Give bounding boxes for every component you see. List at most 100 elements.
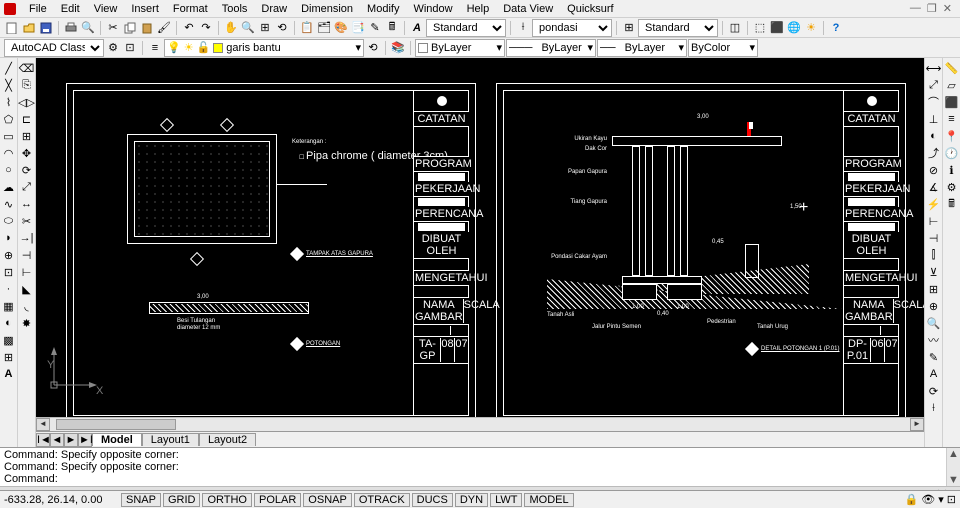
- dimaligned-icon[interactable]: ⤢: [926, 77, 942, 93]
- calc-icon[interactable]: 🖩: [384, 20, 400, 36]
- arc-icon[interactable]: ◠: [1, 145, 17, 161]
- dimrad-icon[interactable]: ◐: [926, 128, 942, 144]
- annoscale-icon[interactable]: 🔒: [905, 493, 919, 506]
- ucs-icon[interactable]: ⬚: [752, 20, 768, 36]
- pline-icon[interactable]: ⌇: [1, 94, 17, 110]
- distance-icon[interactable]: 📏: [944, 60, 960, 76]
- print-icon[interactable]: [63, 20, 79, 36]
- layer-prev-icon[interactable]: ⟲: [365, 40, 381, 56]
- scale-icon[interactable]: ⤢: [19, 179, 35, 195]
- toggle-grid[interactable]: GRID: [163, 493, 201, 507]
- open-icon[interactable]: [21, 20, 37, 36]
- dimstyle-icon[interactable]: ⟊: [515, 20, 531, 36]
- area-icon[interactable]: ▱: [944, 77, 960, 93]
- annovisible-icon[interactable]: 👁: [921, 493, 935, 506]
- h-scrollbar[interactable]: ◄ ►: [36, 417, 924, 431]
- menu-edit[interactable]: Edit: [54, 1, 87, 17]
- dimjog-icon[interactable]: ⤴: [926, 145, 942, 161]
- toggle-lwt[interactable]: LWT: [490, 493, 522, 507]
- layer-states-icon[interactable]: 📚: [390, 40, 406, 56]
- dimbase-icon[interactable]: ⊢: [926, 213, 942, 229]
- toolpalette-icon[interactable]: 🎨: [333, 20, 349, 36]
- time-icon[interactable]: 🕐: [944, 145, 960, 161]
- extend-icon[interactable]: →|: [19, 230, 35, 246]
- line-icon[interactable]: ╱: [1, 60, 17, 76]
- textstyle-letter-icon[interactable]: A: [409, 20, 425, 36]
- spline-icon[interactable]: ∿: [1, 196, 17, 212]
- dimstyle2-icon[interactable]: ⟊: [926, 400, 942, 416]
- preview-icon[interactable]: 🔍: [80, 20, 96, 36]
- menu-dataview[interactable]: Data View: [496, 1, 560, 17]
- pan-icon[interactable]: ✋: [223, 20, 239, 36]
- chamfer-icon[interactable]: ◣: [19, 281, 35, 297]
- command-window[interactable]: Command: Specify opposite corner: Comman…: [0, 447, 960, 486]
- menu-insert[interactable]: Insert: [124, 1, 166, 17]
- status-icon[interactable]: ℹ: [944, 162, 960, 178]
- color-combo[interactable]: ByLayer▾: [415, 39, 505, 57]
- dimord-icon[interactable]: ⊥: [926, 111, 942, 127]
- dimbreak-icon[interactable]: ⊻: [926, 264, 942, 280]
- sun-icon[interactable]: ☀: [803, 20, 819, 36]
- mtext-icon[interactable]: A: [1, 366, 17, 382]
- tolerance-icon[interactable]: ⊞: [926, 281, 942, 297]
- layer-combo[interactable]: 💡 ☀ 🔓 garis bantu ▾: [164, 39, 364, 57]
- toggle-dyn[interactable]: DYN: [455, 493, 488, 507]
- dimupdate-icon[interactable]: ⟳: [926, 383, 942, 399]
- properties-icon[interactable]: 📋: [299, 20, 315, 36]
- dimedit-icon[interactable]: ✎: [926, 349, 942, 365]
- copy-icon[interactable]: [122, 20, 138, 36]
- tab-layout2[interactable]: Layout2: [199, 433, 256, 446]
- dimang-icon[interactable]: ∡: [926, 179, 942, 195]
- qdim-icon[interactable]: ⚡: [926, 196, 942, 212]
- markup-icon[interactable]: ✎: [367, 20, 383, 36]
- zoom-icon[interactable]: 🔍: [240, 20, 256, 36]
- trim-icon[interactable]: ✂: [19, 213, 35, 229]
- id-icon[interactable]: 📍: [944, 128, 960, 144]
- mirror-icon[interactable]: ◁▷: [19, 94, 35, 110]
- match-icon[interactable]: 🖌: [156, 20, 172, 36]
- minimize-icon[interactable]: —: [910, 2, 921, 15]
- cmd-prompt[interactable]: Command:: [4, 473, 956, 485]
- insert-icon[interactable]: ⊕: [1, 247, 17, 263]
- undo-icon[interactable]: ↶: [181, 20, 197, 36]
- revcloud-icon[interactable]: ☁: [1, 179, 17, 195]
- dimcont-icon[interactable]: ⊣: [926, 230, 942, 246]
- linetype-combo[interactable]: ─── ByLayer▾: [506, 39, 596, 57]
- layer-props-icon[interactable]: ≡: [147, 40, 163, 56]
- new-icon[interactable]: [4, 20, 20, 36]
- designcenter-icon[interactable]: 🗂: [316, 20, 332, 36]
- move-icon[interactable]: ✥: [19, 145, 35, 161]
- setvar-icon[interactable]: ⚙: [944, 179, 960, 195]
- sheetset-icon[interactable]: 📑: [350, 20, 366, 36]
- tab-layout1[interactable]: Layout1: [142, 433, 199, 446]
- restore-icon[interactable]: ❐: [927, 2, 937, 15]
- menu-format[interactable]: Format: [166, 1, 215, 17]
- region-icon[interactable]: ▩: [1, 332, 17, 348]
- 3d-cube-icon[interactable]: ⬛: [769, 20, 785, 36]
- menu-dimension[interactable]: Dimension: [294, 1, 360, 17]
- menu-draw[interactable]: Draw: [254, 1, 294, 17]
- plotstyle-combo[interactable]: ByColor▾: [688, 39, 758, 57]
- render-icon[interactable]: 🌐: [786, 20, 802, 36]
- toggle-model[interactable]: MODEL: [524, 493, 573, 507]
- workspace-settings-icon[interactable]: ⚙: [105, 40, 121, 56]
- massprop-icon[interactable]: ⬛: [944, 94, 960, 110]
- toggle-snap[interactable]: SNAP: [121, 493, 161, 507]
- menu-tools[interactable]: Tools: [215, 1, 255, 17]
- ellipsearc-icon[interactable]: ◗: [1, 230, 17, 246]
- list-icon[interactable]: ≡: [944, 111, 960, 127]
- menu-help[interactable]: Help: [460, 1, 497, 17]
- copy2-icon[interactable]: ⎘: [19, 77, 35, 93]
- toggle-polar[interactable]: POLAR: [254, 493, 301, 507]
- dimlinear-icon[interactable]: ⟷: [926, 60, 942, 76]
- menu-file[interactable]: File: [22, 1, 54, 17]
- dimtedit-icon[interactable]: A: [926, 366, 942, 382]
- workspace-combo[interactable]: AutoCAD Classic: [4, 39, 104, 57]
- tab-next-icon[interactable]: ►: [64, 433, 78, 447]
- tablestyle-icon[interactable]: ⊞: [621, 20, 637, 36]
- hatch-icon[interactable]: ▦: [1, 298, 17, 314]
- tablestyle-combo[interactable]: Standard: [638, 19, 718, 37]
- close-icon[interactable]: ✕: [943, 2, 952, 15]
- circle-icon[interactable]: ○: [1, 162, 17, 178]
- point-icon[interactable]: ·: [1, 281, 17, 297]
